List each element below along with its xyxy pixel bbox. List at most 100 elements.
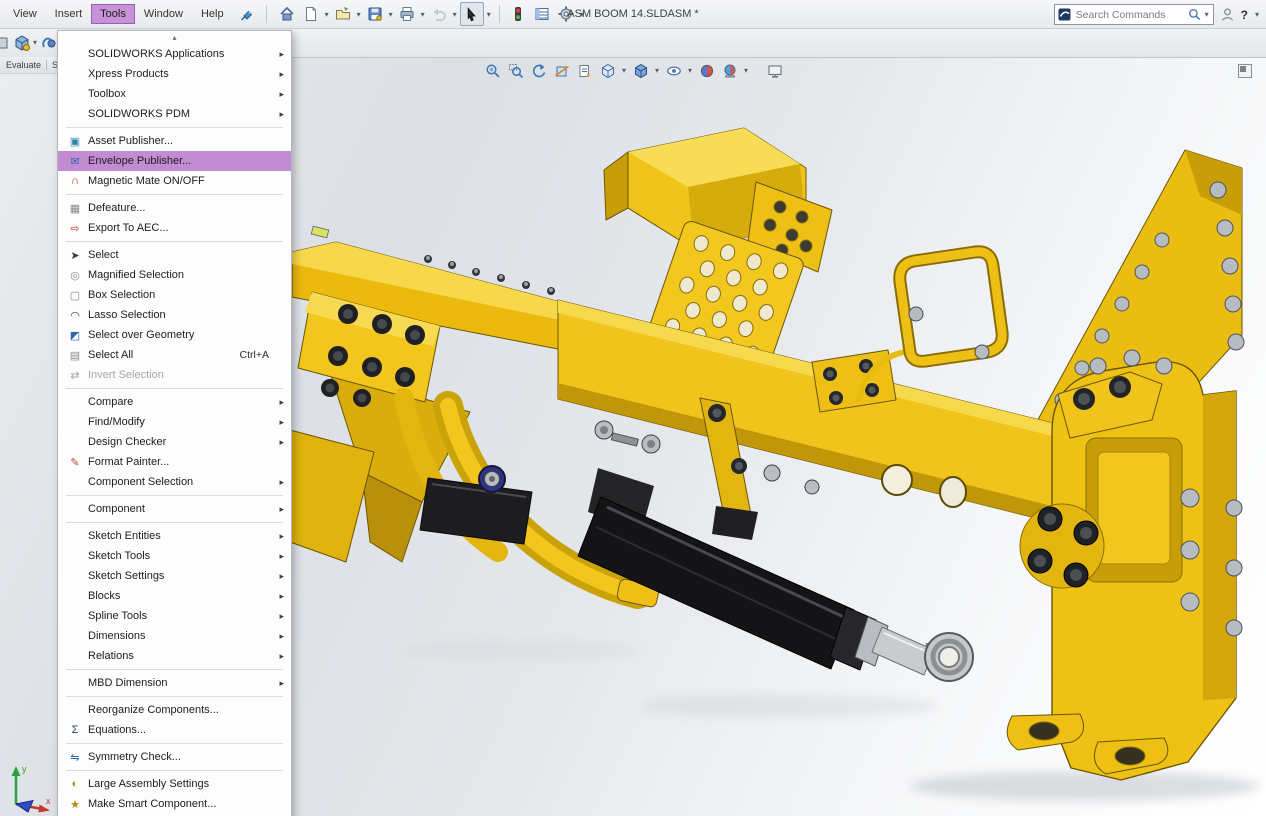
tools-dropdown-menu: ▴ SOLIDWORKS Applications Xpress Product…: [57, 30, 292, 816]
magnetic-mate-icon: ∩: [62, 175, 88, 187]
select-arrow-icon[interactable]: [460, 2, 484, 26]
select-icon: ➤: [62, 249, 88, 262]
menu-item-sketch-entities[interactable]: Sketch Entities: [58, 526, 291, 546]
menu-item-dimensions[interactable]: Dimensions: [58, 626, 291, 646]
menu-item-solidworks-pdm[interactable]: SOLIDWORKS PDM: [58, 104, 291, 124]
dropdown-caret[interactable]: [453, 10, 457, 19]
invert-selection-icon: ⇄: [62, 369, 88, 382]
search-box[interactable]: [1054, 4, 1214, 25]
pin-icon[interactable]: [240, 7, 254, 21]
menu-item-component-selection[interactable]: Component Selection: [58, 472, 291, 492]
menu-separator: [66, 194, 283, 195]
undo-icon: [428, 3, 450, 25]
menu-tools[interactable]: Tools: [91, 4, 135, 24]
lasso-selection-icon: ◠: [62, 309, 88, 322]
menu-item-spline-tools[interactable]: Spline Tools: [58, 606, 291, 626]
menu-item-toolbox[interactable]: Toolbox: [58, 84, 291, 104]
menu-view[interactable]: View: [4, 4, 46, 24]
dropdown-caret[interactable]: [1255, 10, 1259, 19]
help-icon[interactable]: ?: [1241, 8, 1248, 22]
dropdown-caret[interactable]: [1205, 10, 1209, 19]
menu-item-blocks[interactable]: Blocks: [58, 586, 291, 606]
menu-item-select-over-geometry[interactable]: ◩Select over Geometry: [58, 325, 291, 345]
zoom-to-area-icon[interactable]: [506, 61, 525, 80]
account-icon[interactable]: [1220, 7, 1235, 22]
menu-insert[interactable]: Insert: [46, 4, 92, 24]
view-orientation-icon[interactable]: [598, 61, 617, 80]
home-icon[interactable]: [276, 3, 298, 25]
menu-separator: [66, 743, 283, 744]
menu-item-magnified-selection[interactable]: ◎Magnified Selection: [58, 265, 291, 285]
open-icon[interactable]: [332, 3, 354, 25]
menu-item-box-selection[interactable]: ▢Box Selection: [58, 285, 291, 305]
envelope-publisher-icon: ✉: [62, 155, 88, 168]
dropdown-caret[interactable]: [622, 66, 626, 75]
edit-appearance-icon[interactable]: [697, 61, 716, 80]
menu-item-large-assembly-settings[interactable]: ◐Large Assembly Settings: [58, 774, 291, 794]
menu-item-envelope-publisher[interactable]: ✉Envelope Publisher...: [58, 151, 291, 171]
search-magnifier-icon[interactable]: [1188, 8, 1201, 21]
dropdown-caret[interactable]: [325, 10, 329, 19]
menu-item-mbd-dimension[interactable]: MBD Dimension: [58, 673, 291, 693]
menu-item-design-checker[interactable]: Design Checker: [58, 432, 291, 452]
menu-item-compare[interactable]: Compare: [58, 392, 291, 412]
menu-item-component[interactable]: Component: [58, 499, 291, 519]
dropdown-caret[interactable]: [33, 38, 37, 47]
triad-y-label: y: [22, 764, 27, 774]
menu-window[interactable]: Window: [135, 4, 192, 24]
menu-item-equations[interactable]: ΣEquations...: [58, 720, 291, 740]
tab-evaluate[interactable]: Evaluate: [1, 60, 46, 70]
triad-x-label: x: [46, 796, 51, 806]
menu-item-defeature[interactable]: ▦Defeature...: [58, 198, 291, 218]
new-document-icon[interactable]: [300, 3, 322, 25]
menu-item-solidworks-applications[interactable]: SOLIDWORKS Applications: [58, 44, 291, 64]
dropdown-caret[interactable]: [688, 66, 692, 75]
menu-item-asset-publisher[interactable]: ▣Asset Publisher...: [58, 131, 291, 151]
menu-item-sketch-tools[interactable]: Sketch Tools: [58, 546, 291, 566]
menu-item-select[interactable]: ➤Select: [58, 245, 291, 265]
dropdown-caret[interactable]: [421, 10, 425, 19]
dynamic-annotation-icon[interactable]: [575, 61, 594, 80]
zoom-to-fit-icon[interactable]: [483, 61, 502, 80]
mate-icon[interactable]: [38, 32, 58, 54]
previous-view-icon[interactable]: [529, 61, 548, 80]
dropdown-caret[interactable]: [487, 10, 491, 19]
menu-separator: [66, 696, 283, 697]
section-view-icon[interactable]: [552, 61, 571, 80]
menu-item-format-painter[interactable]: ✎Format Painter...: [58, 452, 291, 472]
edit-component-icon[interactable]: [0, 32, 12, 54]
menu-item-make-smart-component[interactable]: ★Make Smart Component...: [58, 794, 291, 814]
menu-item-select-all[interactable]: ▤Select AllCtrl+A: [58, 345, 291, 365]
dropdown-caret[interactable]: [655, 66, 659, 75]
menu-help[interactable]: Help: [192, 4, 233, 24]
menu-item-magnetic-mate[interactable]: ∩Magnetic Mate ON/OFF: [58, 171, 291, 191]
dropdown-caret[interactable]: [357, 10, 361, 19]
file-properties-icon[interactable]: [531, 3, 553, 25]
hide-show-items-icon[interactable]: [664, 61, 683, 80]
solidworks-window: y x View Insert Tools Window Help: [0, 0, 1266, 816]
menu-item-symmetry-check[interactable]: ⇋Symmetry Check...: [58, 747, 291, 767]
dropdown-caret[interactable]: [744, 66, 748, 75]
menu-item-export-to-aec[interactable]: ⇨Export To AEC...: [58, 218, 291, 238]
shortcut-label: Ctrl+A: [240, 349, 273, 361]
menu-item-reorganize-components[interactable]: Reorganize Components...: [58, 700, 291, 720]
format-painter-icon: ✎: [62, 456, 88, 469]
magnified-selection-icon: ◎: [62, 269, 88, 282]
display-style-icon[interactable]: [631, 61, 650, 80]
fullscreen-monitor-icon[interactable]: [765, 61, 784, 80]
menu-item-invert-selection: ⇄Invert Selection: [58, 365, 291, 385]
save-icon[interactable]: [364, 3, 386, 25]
menu-item-relations[interactable]: Relations: [58, 646, 291, 666]
menu-item-xpress-products[interactable]: Xpress Products: [58, 64, 291, 84]
menu-item-sketch-settings[interactable]: Sketch Settings: [58, 566, 291, 586]
expand-viewport-icon[interactable]: [1238, 64, 1252, 78]
dropdown-caret[interactable]: [389, 10, 393, 19]
rebuild-icon[interactable]: [507, 3, 529, 25]
menu-item-lasso-selection[interactable]: ◠Lasso Selection: [58, 305, 291, 325]
menu-scroll-up[interactable]: ▴: [58, 32, 291, 44]
menu-item-find-modify[interactable]: Find/Modify: [58, 412, 291, 432]
apply-scene-icon[interactable]: [720, 61, 739, 80]
insert-components-icon[interactable]: [12, 32, 32, 54]
print-icon[interactable]: [396, 3, 418, 25]
search-input[interactable]: [1074, 8, 1185, 22]
